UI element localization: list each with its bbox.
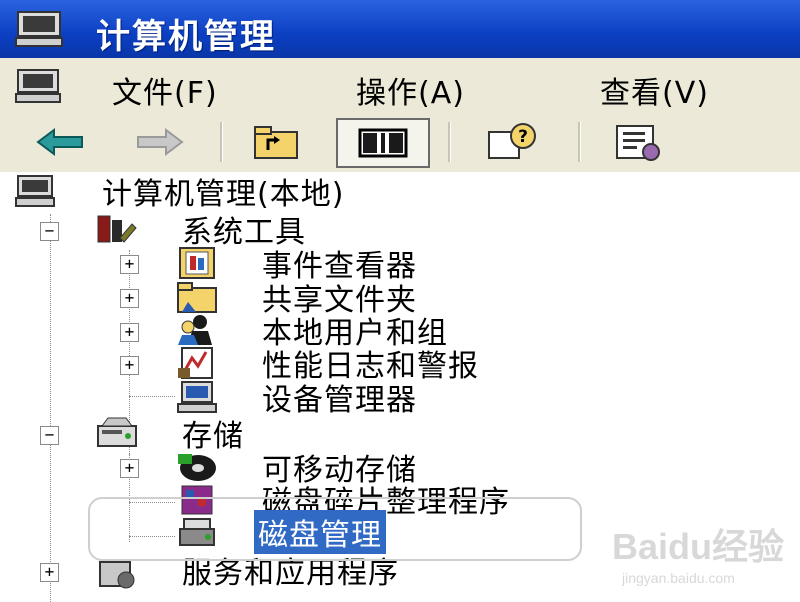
event-viewer-icon [179,247,215,279]
expand-icon[interactable]: + [120,459,139,478]
expand-icon[interactable]: + [40,563,59,582]
services-icon [99,561,135,589]
expand-icon[interactable]: + [120,255,139,274]
highlight-frame [88,497,582,561]
title-bar: 计算机管理 [0,0,800,58]
watermark-logo: Baidu经验 [612,526,785,567]
collapse-icon[interactable]: − [40,222,59,241]
menu-view[interactable]: 查看(V) [600,68,709,112]
toolbar: ? [0,114,800,174]
device-manager-icon [177,381,217,413]
shared-folder-icon [177,282,217,313]
removable-storage-icon [178,454,216,481]
expand-icon[interactable]: + [120,356,139,375]
tree-label-device-manager: 设备管理器 [262,383,417,418]
tree-connector [129,396,175,397]
menu-bar: 文件(F) 操作(A) 查看(V) [0,58,800,115]
back-arrow-icon [36,128,83,156]
computer-icon[interactable] [14,68,62,104]
help-button[interactable]: ? [478,120,548,164]
properties-icon [616,125,660,161]
computer-management-icon [15,11,63,47]
tree-item-root[interactable]: 计算机管理(本地) [102,174,344,212]
tree-label-storage: 存储 [182,419,244,454]
watermark-url: jingyan.baidu.com [622,570,735,586]
tree-connector [50,214,51,602]
watermark: Baidu经验 jingyan.baidu.com [612,518,784,586]
users-icon [178,315,212,345]
svg-text:?: ? [518,127,528,147]
up-folder-icon [254,126,298,159]
show-hide-tree-icon [358,128,408,158]
tree-item-device-manager[interactable]: 设备管理器 [262,380,417,418]
back-button[interactable] [30,120,90,164]
expand-icon[interactable]: + [120,323,139,342]
toolbar-separator [448,122,451,162]
collapse-icon[interactable]: − [40,426,59,445]
help-icon: ? [488,123,536,159]
tree-item-storage[interactable]: 存储 [182,416,244,454]
menu-file[interactable]: 文件(F) [112,68,218,112]
expand-icon[interactable]: + [120,289,139,308]
properties-button[interactable] [604,120,674,164]
menu-action[interactable]: 操作(A) [356,68,465,112]
forward-button[interactable] [130,120,190,164]
up-button[interactable] [246,120,306,164]
toolbar-separator [578,122,581,162]
computer-management-icon [15,175,55,207]
tools-icon [97,215,137,243]
performance-logs-icon [178,347,213,379]
window-title: 计算机管理 [96,17,276,57]
toolbar-separator [220,122,223,162]
forward-arrow-icon [137,128,184,156]
storage-icon [97,417,137,447]
show-hide-tree-button[interactable] [336,118,430,168]
